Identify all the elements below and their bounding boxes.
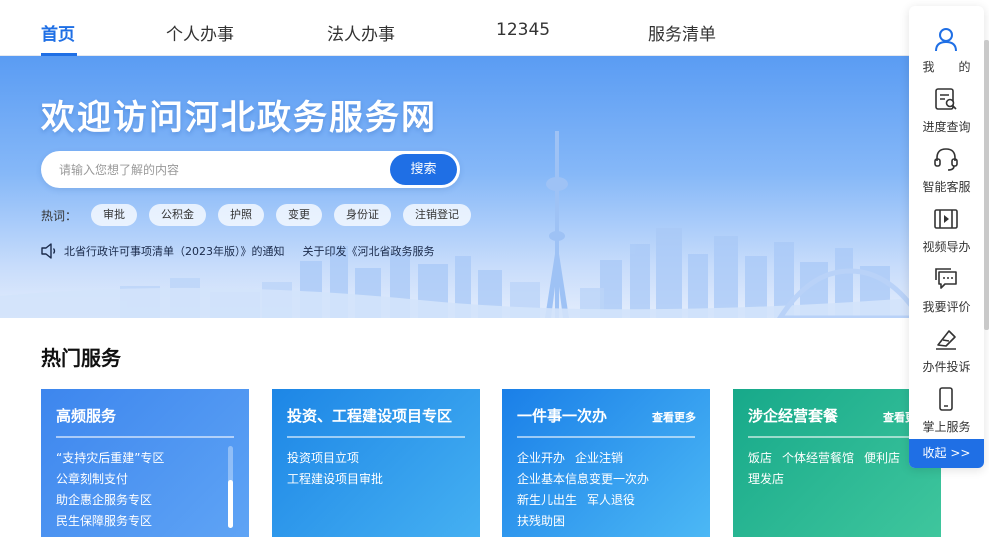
sidebar-item-video-guide[interactable]: 视频导办	[909, 198, 984, 258]
card-link[interactable]: 军人退役	[587, 493, 635, 507]
floating-sidebar: 我 的 进度查询 智能客服 视频导办 我要评价 办件投诉 掌上服务 收起 >>	[909, 6, 984, 468]
hero-banner: 欢迎访问河北政务服务网 搜索 热词： 审批 公积金 护照 变更 身份证 注销登记…	[0, 56, 989, 318]
page: 首页 个人办事 法人办事 12345 服务清单 欢迎访问河北政务服务网 请输入您…	[0, 0, 989, 556]
card-link[interactable]: 助企惠企服务专区	[56, 493, 152, 507]
service-card-high-frequency: 高频服务 “支持灾后重建”专区 公章刻制支付 助企惠企服务专区 民生保障服务专区	[41, 389, 249, 537]
search-input[interactable]	[59, 160, 379, 180]
sidebar-item-label: 我要评价	[922, 300, 971, 314]
card-link[interactable]: 投资项目立项	[287, 451, 359, 465]
card-more-link[interactable]: 查看更多	[652, 409, 696, 425]
service-card-one-thing: 一件事一次办 查看更多 企业开办 企业注销 企业基本信息变更一次办 新生儿出生 军人…	[502, 389, 710, 537]
sidebar-item-complaint[interactable]: 办件投诉	[909, 318, 984, 378]
sidebar-item-evaluate[interactable]: 我要评价	[909, 258, 984, 318]
sidebar-item-mobile[interactable]: 掌上服务	[909, 378, 984, 438]
sidebar-item-label: 掌上服务	[922, 420, 971, 434]
sidebar-item-mine[interactable]: 我 的	[909, 18, 984, 78]
card-link[interactable]: 企业开办	[517, 451, 565, 465]
card-link[interactable]: 个体经营餐馆	[782, 451, 854, 465]
nav-legal-person[interactable]: 法人办事	[327, 20, 395, 45]
chat-bubble-icon	[935, 268, 957, 289]
search-box: 搜索	[41, 151, 460, 188]
video-icon	[934, 209, 958, 229]
card-link[interactable]: “支持灾后重建”专区	[56, 451, 164, 465]
nav-12345[interactable]: 12345	[496, 20, 550, 40]
card-divider	[287, 436, 465, 438]
hero-title: 欢迎访问河北政务服务网	[41, 98, 437, 138]
sidebar-item-label: 进度查询	[922, 120, 971, 134]
card-scrollbar[interactable]	[228, 446, 233, 528]
hot-tag[interactable]: 护照	[218, 204, 265, 226]
hot-words: 热词： 审批 公积金 护照 变更 身份证 注销登记	[41, 204, 483, 226]
sidebar-item-label: 办件投诉	[922, 360, 971, 374]
hot-tag[interactable]: 身份证	[334, 204, 392, 226]
user-icon	[935, 28, 957, 52]
headset-icon	[934, 148, 958, 171]
card-title[interactable]: 高频服务	[56, 405, 116, 426]
service-card-investment: 投资、工程建设项目专区 投资项目立项 工程建设项目审批	[272, 389, 480, 537]
card-link[interactable]: 新生儿出生	[517, 493, 577, 507]
hot-tag[interactable]: 公积金	[149, 204, 207, 226]
collapse-sidebar-button[interactable]: 收起 >>	[909, 439, 984, 468]
card-link[interactable]: 民生保障服务专区	[56, 514, 152, 528]
card-list: 企业开办 企业注销 企业基本信息变更一次办 新生儿出生 军人退役 扶残助困	[517, 449, 659, 533]
sidebar-item-label: 视频导办	[922, 240, 971, 254]
nav-personal[interactable]: 个人办事	[166, 20, 234, 45]
card-divider	[56, 436, 234, 438]
card-link[interactable]: 工程建设项目审批	[287, 472, 383, 486]
card-list: 饭店 个体经营餐馆 便利店 理发店	[748, 449, 910, 491]
card-title[interactable]: 一件事一次办	[517, 405, 607, 426]
card-link[interactable]: 企业注销	[575, 451, 623, 465]
search-button[interactable]: 搜索	[390, 154, 457, 185]
card-divider	[748, 436, 926, 438]
page-scrollbar[interactable]	[984, 40, 989, 330]
edit-icon	[936, 330, 956, 350]
document-search-icon	[935, 88, 957, 110]
notice-link[interactable]: 北省行政许可事项清单（2023年版）》的通知	[64, 243, 285, 259]
card-link[interactable]: 企业基本信息变更一次办	[517, 472, 649, 486]
card-divider	[517, 436, 695, 438]
card-link[interactable]: 公章刻制支付	[56, 472, 128, 486]
top-nav: 首页 个人办事 法人办事 12345 服务清单	[0, 0, 989, 56]
notice-link[interactable]: 关于印发《河北省政务服务（	[303, 243, 441, 259]
card-link[interactable]: 饭店	[748, 451, 772, 465]
hot-words-label: 热词：	[41, 208, 78, 223]
hot-tag[interactable]: 审批	[91, 204, 138, 226]
card-link[interactable]: 理发店	[748, 472, 784, 486]
card-link[interactable]: 扶残助困	[517, 514, 565, 528]
nav-service-list[interactable]: 服务清单	[648, 20, 716, 45]
sidebar-item-ai-service[interactable]: 智能客服	[909, 138, 984, 198]
mobile-phone-icon	[939, 387, 953, 411]
card-list: “支持灾后重建”专区 公章刻制支付 助企惠企服务专区 民生保障服务专区	[56, 449, 174, 533]
card-title[interactable]: 涉企经营套餐	[748, 405, 838, 426]
nav-home[interactable]: 首页	[41, 20, 75, 45]
card-title[interactable]: 投资、工程建设项目专区	[287, 405, 452, 426]
card-link[interactable]: 便利店	[864, 451, 900, 465]
speaker-icon	[41, 243, 56, 259]
notice-ticker: 北省行政许可事项清单（2023年版）》的通知 关于印发《河北省政务服务（	[40, 242, 440, 260]
hot-tag[interactable]: 注销登记	[403, 204, 472, 226]
sidebar-item-label: 我 的	[922, 60, 971, 74]
hot-tag[interactable]: 变更	[276, 204, 323, 226]
card-list: 投资项目立项 工程建设项目审批	[287, 449, 393, 491]
section-title: 热门服务	[41, 346, 121, 370]
sidebar-item-progress[interactable]: 进度查询	[909, 78, 984, 138]
sidebar-item-label: 智能客服	[922, 180, 971, 194]
card-scrollbar-thumb[interactable]	[228, 480, 233, 528]
